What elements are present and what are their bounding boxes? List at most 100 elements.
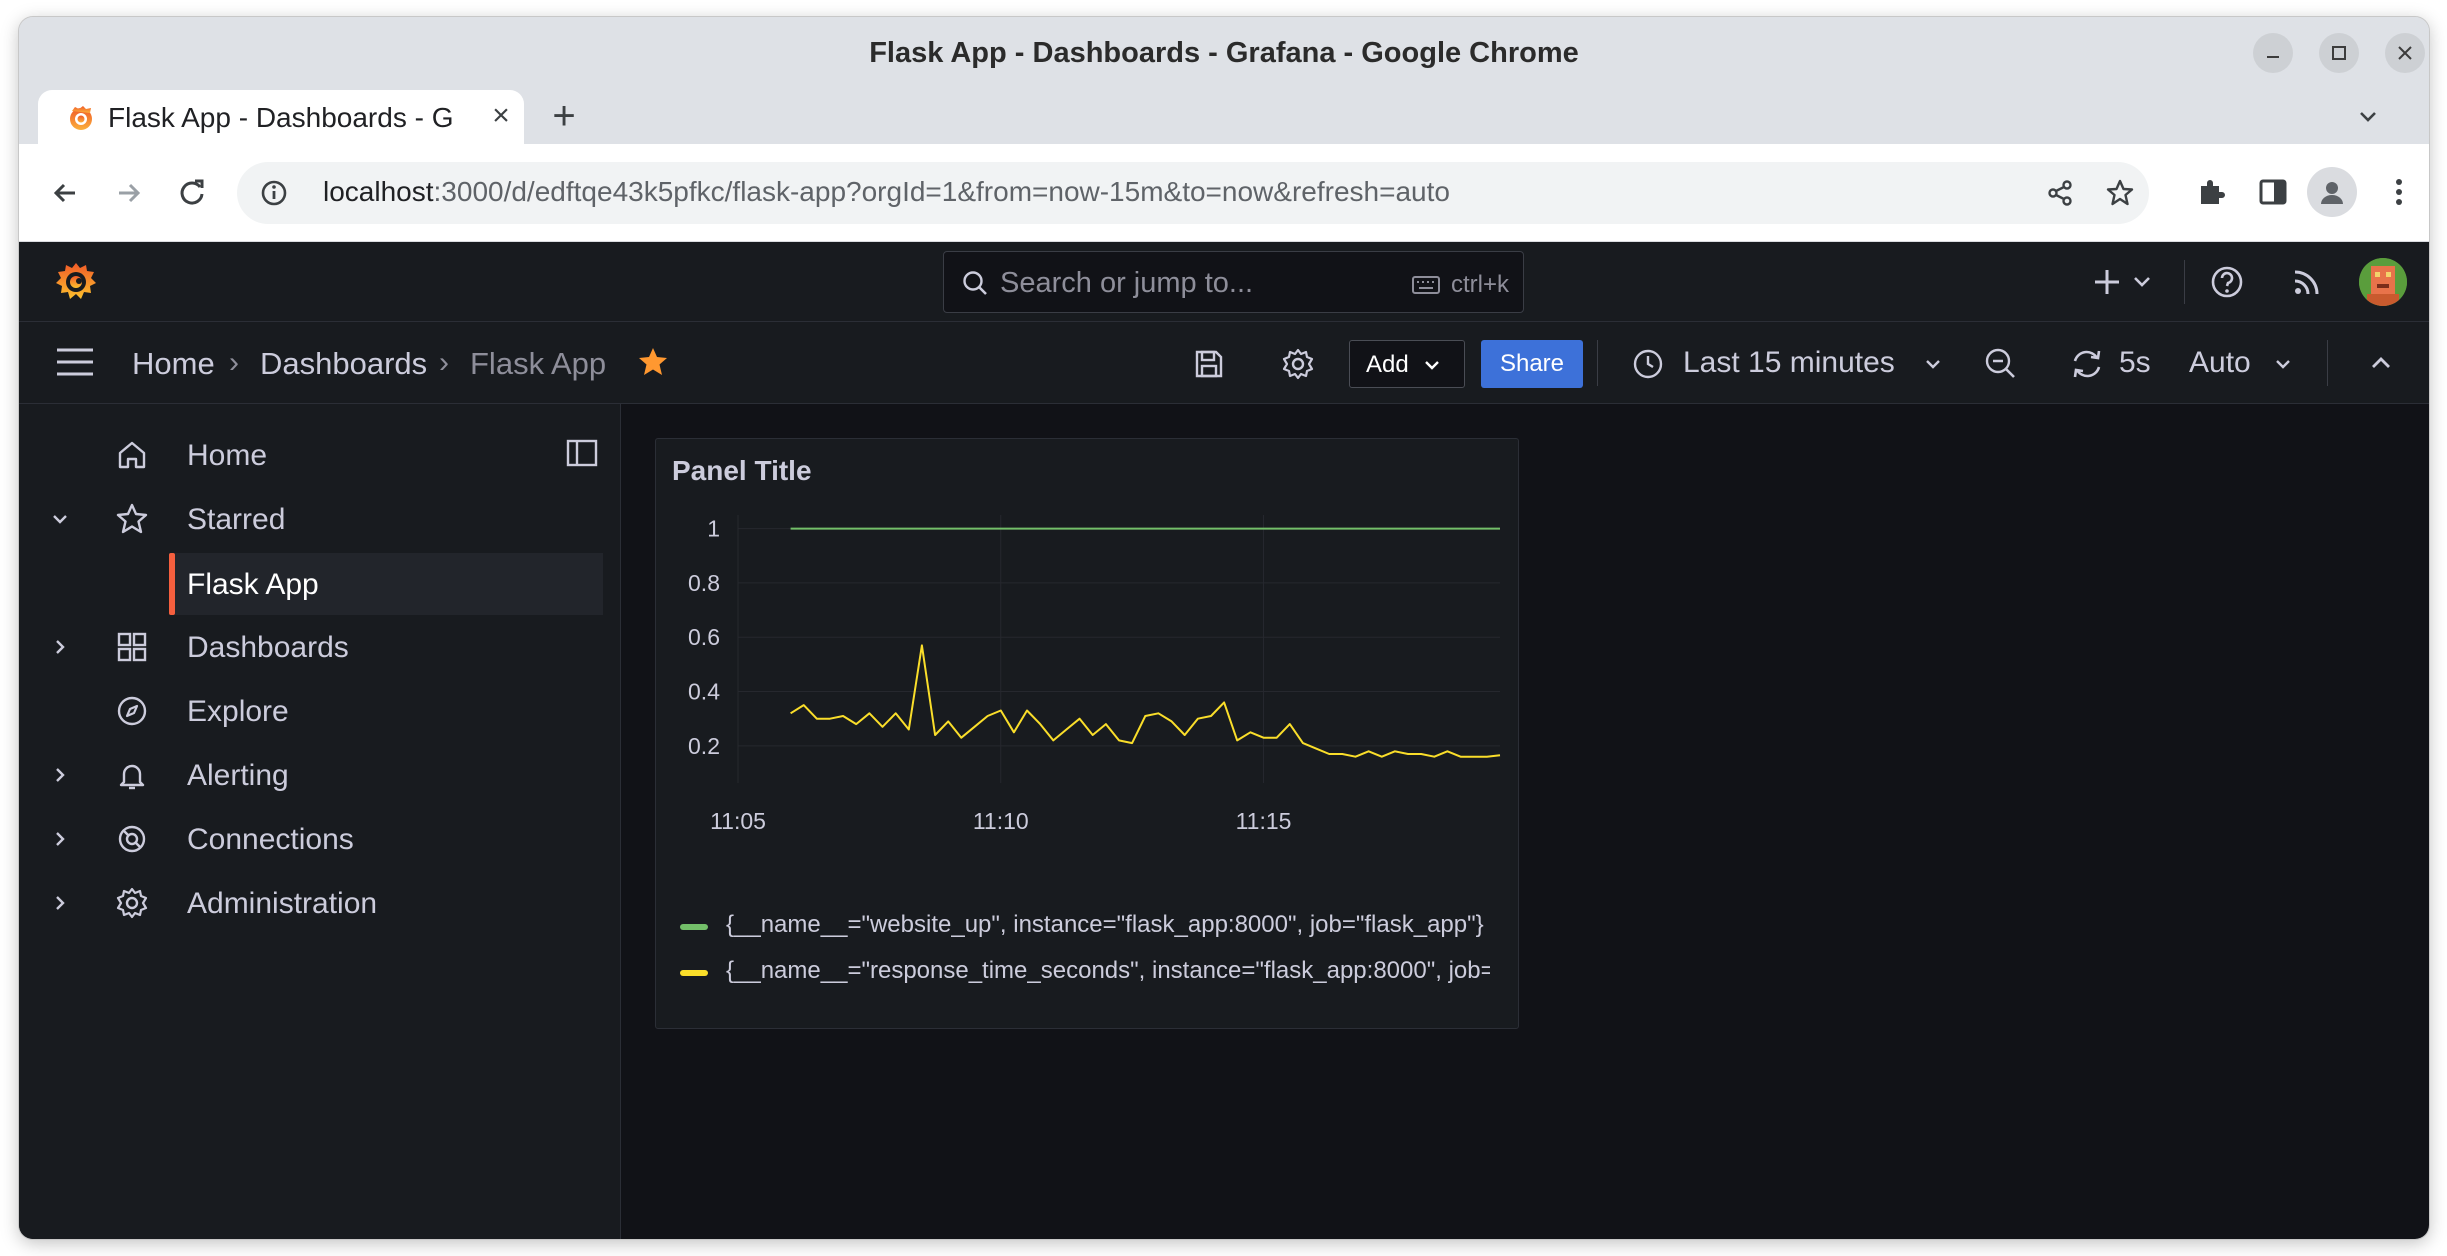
- extensions-icon[interactable]: [2191, 172, 2231, 212]
- sidebar-item-label: Administration: [187, 887, 378, 920]
- chevron-right-icon[interactable]: [49, 764, 71, 786]
- refresh-mode-picker[interactable]: Auto: [2189, 346, 2251, 380]
- tab-close-button[interactable]: ×: [486, 101, 516, 132]
- add-button-label: Add: [1366, 351, 1409, 378]
- site-info-icon[interactable]: [259, 178, 289, 208]
- zoom-out-icon[interactable]: [1983, 346, 2019, 382]
- x-tick-label: 11:05: [710, 808, 766, 834]
- chevron-down-icon: [1425, 361, 1439, 370]
- url-host: localhost: [323, 176, 434, 207]
- dashboards-grid-icon: [117, 632, 147, 662]
- sidebar-item-label: Starred: [187, 503, 286, 536]
- panel-title: Panel Title: [672, 455, 812, 486]
- user-avatar[interactable]: [2359, 258, 2407, 306]
- gear-icon: [116, 887, 148, 919]
- browser-tab[interactable]: Flask App - Dashboards - G ×: [38, 90, 524, 144]
- legend-swatch: [680, 924, 708, 930]
- reload-icon[interactable]: [171, 172, 213, 214]
- profile-avatar[interactable]: [2307, 167, 2357, 217]
- breadcrumb-separator: ›: [229, 346, 239, 379]
- maximize-button[interactable]: [2319, 33, 2359, 73]
- grafana-logo-icon[interactable]: [53, 259, 99, 305]
- starred-star-icon[interactable]: [636, 345, 670, 379]
- chrome-menu-icon[interactable]: [2379, 172, 2419, 212]
- sidebar-item-flask-app[interactable]: Flask App: [169, 553, 603, 615]
- sidebar-nav: Home Starred Flask App Dashboards Explor…: [19, 404, 621, 1239]
- sidebar-item-connections[interactable]: Connections: [19, 808, 621, 870]
- browser-window: Flask App - Dashboards - Grafana - Googl…: [19, 17, 2429, 1239]
- legend-item-response-time[interactable]: {__name__="response_time_seconds", insta…: [680, 955, 1490, 989]
- bell-icon: [119, 764, 145, 790]
- breadcrumb-home[interactable]: Home: [132, 346, 215, 382]
- chevron-right-icon[interactable]: [49, 892, 71, 914]
- bookmark-star-icon[interactable]: [2105, 178, 2135, 208]
- save-dashboard-icon[interactable]: [1192, 347, 1226, 381]
- x-tick-label: 11:15: [1236, 808, 1292, 834]
- legend-item-website-up[interactable]: {__name__="website_up", instance="flask_…: [680, 909, 1500, 943]
- new-tab-button[interactable]: +: [543, 96, 585, 138]
- y-tick-label: 0.4: [688, 679, 720, 705]
- grafana-app: Search or jump to... ctrl+k Home › Dashb…: [19, 242, 2429, 1239]
- connections-icon: [118, 825, 146, 853]
- address-bar[interactable]: localhost:3000/d/edftqe43k5pfkc/flask-ap…: [237, 162, 2149, 224]
- sidebar-item-label: Connections: [187, 823, 354, 856]
- new-plus-icon[interactable]: [2091, 264, 2157, 300]
- menu-hamburger-icon[interactable]: [55, 344, 95, 380]
- sidebar-item-label: Dashboards: [187, 631, 349, 664]
- grafana-top-bar: Search or jump to... ctrl+k: [19, 242, 2429, 322]
- add-button[interactable]: Add: [1349, 340, 1465, 388]
- dashboard-panel[interactable]: Panel Title 1 0.8 0.6 0.4 0.2 11:05 11:10 11:15…: [655, 438, 1519, 1029]
- sidebar-item-home[interactable]: Home: [19, 424, 621, 486]
- sidebar-item-explore[interactable]: Explore: [19, 680, 621, 742]
- chevron-down-icon[interactable]: [49, 508, 71, 530]
- sidebar-item-label: Alerting: [187, 759, 289, 792]
- search-placeholder: Search or jump to...: [1000, 267, 1254, 299]
- keyboard-icon: [1411, 276, 1440, 294]
- search-input[interactable]: Search or jump to... ctrl+k: [943, 251, 1524, 313]
- window-title: Flask App - Dashboards - Grafana - Googl…: [869, 37, 1579, 69]
- chevron-down-icon[interactable]: [2273, 354, 2293, 374]
- profile-icon: [2321, 182, 2343, 204]
- search-shortcut: ctrl+k: [1411, 271, 1509, 299]
- dashboard-settings-gear-icon[interactable]: [1281, 347, 1315, 381]
- chevron-right-icon[interactable]: [49, 636, 71, 658]
- y-tick-label: 0.2: [688, 733, 720, 759]
- y-tick-label: 0.8: [688, 570, 720, 596]
- share-button[interactable]: Share: [1481, 340, 1583, 388]
- sidebar-item-label: Explore: [187, 695, 289, 728]
- share-icon[interactable]: [2045, 178, 2075, 208]
- minimize-button[interactable]: [2253, 33, 2293, 73]
- chevron-down-icon[interactable]: [1923, 354, 1943, 374]
- time-series-chart[interactable]: 1 0.8 0.6 0.4 0.2 11:05 11:10 11:15: [656, 509, 1520, 909]
- refresh-interval[interactable]: 5s: [2119, 346, 2151, 380]
- chevron-up-icon[interactable]: [2368, 350, 2394, 376]
- star-icon: [116, 503, 148, 534]
- side-panel-icon[interactable]: [2253, 172, 2293, 212]
- sidebar-item-administration[interactable]: Administration: [19, 872, 621, 934]
- sidebar-item-dashboards[interactable]: Dashboards: [19, 616, 621, 678]
- dashboard-toolbar: Home › Dashboards › Flask App Add Share …: [19, 322, 2429, 404]
- sidebar-item-label: Home: [187, 439, 268, 472]
- search-shortcut-label: ctrl+k: [1450, 271, 1509, 298]
- sidebar-item-starred[interactable]: Starred: [19, 488, 621, 550]
- tab-search-chevron-icon[interactable]: [2353, 102, 2383, 132]
- help-icon[interactable]: [2209, 264, 2245, 300]
- news-feed-icon[interactable]: [2289, 264, 2325, 300]
- clock-icon: [1633, 349, 1663, 379]
- close-window-button[interactable]: [2385, 33, 2425, 73]
- tab-strip: Flask App - Dashboards - G × +: [19, 90, 2429, 144]
- legend-swatch: [680, 970, 708, 976]
- time-range-picker[interactable]: Last 15 minutes: [1683, 346, 1895, 380]
- chevron-right-icon[interactable]: [49, 828, 71, 850]
- refresh-icon[interactable]: [2069, 346, 2105, 382]
- breadcrumb-current: Flask App: [470, 346, 607, 381]
- active-indicator: [169, 553, 175, 615]
- close-icon: [2398, 46, 2412, 60]
- grafana-favicon-icon: [70, 106, 92, 130]
- x-tick-label: 11:10: [973, 808, 1029, 834]
- sidebar-item-alerting[interactable]: Alerting: [19, 744, 621, 806]
- breadcrumb-dashboards[interactable]: Dashboards: [260, 346, 427, 382]
- divider: [1597, 340, 1598, 386]
- back-icon[interactable]: [45, 172, 87, 214]
- forward-icon[interactable]: [107, 172, 149, 214]
